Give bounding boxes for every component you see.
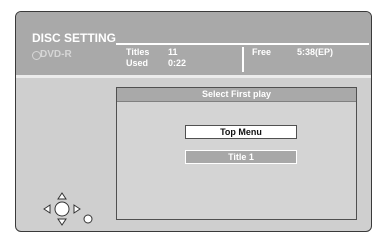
screen-title: DISC SETTING <box>32 31 117 45</box>
titles-label: Titles <box>126 47 150 57</box>
disc-type-label: DVD-R <box>40 49 72 60</box>
option-title-1[interactable]: Title 1 <box>185 150 297 164</box>
select-first-play-dialog: Select First play Top Menu Title 1 <box>116 87 357 220</box>
free-value: 5:38(EP) <box>297 47 334 57</box>
disc-setting-screen: DISC SETTING DVD-R Titles 11 Used 0:22 F… <box>15 11 372 232</box>
header-divider-line <box>116 43 369 45</box>
used-value: 0:22 <box>168 58 187 68</box>
header-bottom-border <box>16 75 371 78</box>
header-panel: DISC SETTING DVD-R Titles 11 Used 0:22 F… <box>16 12 371 75</box>
used-label: Used <box>126 58 149 68</box>
dpad-icon <box>43 192 93 226</box>
return-button-icon <box>83 214 93 224</box>
titles-value: 11 <box>168 47 178 57</box>
free-label: Free <box>252 47 272 57</box>
header-vertical-divider <box>242 47 244 72</box>
dialog-title: Select First play <box>117 88 356 102</box>
option-top-menu[interactable]: Top Menu <box>185 125 297 139</box>
